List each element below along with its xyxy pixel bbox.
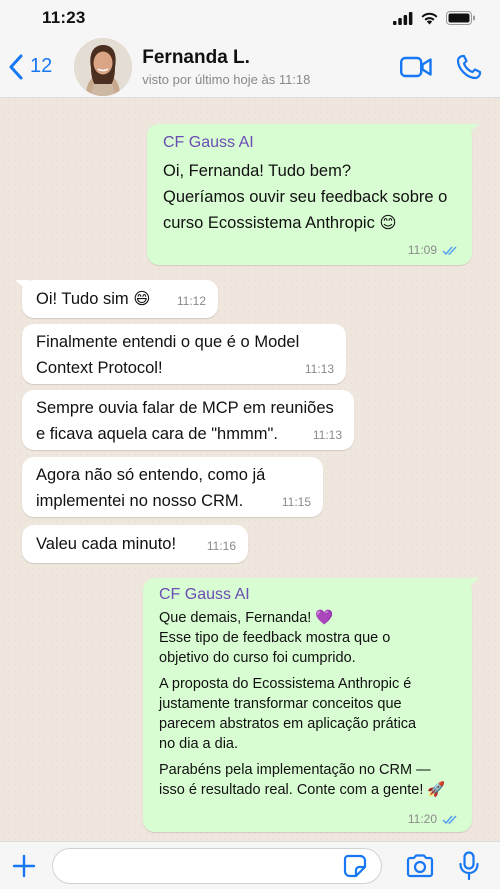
message-meta: 11:12: [177, 294, 206, 308]
message-line: A proposta do Ecossistema Anthropic é: [159, 676, 412, 692]
message-text: Oi, Fernanda! Tudo bem? Queríamos ouvir …: [163, 158, 458, 236]
video-call-icon[interactable]: [400, 56, 432, 78]
sticker-icon[interactable]: [343, 854, 367, 878]
message-time: 11:16: [206, 539, 236, 553]
message-time: 11:13: [304, 362, 334, 376]
phone-icon[interactable]: [456, 54, 482, 80]
message-time: 11:20: [407, 812, 437, 826]
contact-info[interactable]: Fernanda L. visto por último hoje às 11:…: [142, 47, 310, 87]
message-incoming[interactable]: Agora não só entendo, como já implemente…: [22, 457, 323, 517]
camera-icon[interactable]: [405, 854, 435, 878]
message-meta: 11:09: [408, 243, 460, 257]
message-line: justamente transformar conceitos que: [159, 696, 402, 712]
double-check-icon: [442, 246, 457, 255]
message-incoming[interactable]: Valeu cada minuto! 11:16: [22, 525, 248, 563]
message-line: Parabéns pela implementação no CRM —: [159, 762, 431, 778]
last-seen: visto por último hoje às 11:18: [142, 71, 311, 87]
microphone-icon[interactable]: [458, 851, 480, 881]
sender-name: CF Gauss AI: [159, 586, 250, 603]
message-paragraph: Parabéns pela implementação no CRM — iss…: [159, 760, 458, 800]
message-paragraph: A proposta do Ecossistema Anthropic é ju…: [159, 674, 458, 754]
header-actions: [400, 54, 482, 80]
status-bar: 11:23: [0, 0, 500, 36]
contact-name: Fernanda L.: [142, 46, 250, 68]
message-line: Finalmente entendi o que é o Model: [36, 333, 300, 351]
bubble-tail: [465, 578, 479, 590]
message-incoming[interactable]: Sempre ouvia falar de MCP em reuniões e …: [22, 390, 354, 450]
back-button[interactable]: 12: [8, 54, 52, 80]
message-line: Queríamos ouvir seu feedback sobre o: [163, 188, 448, 206]
message-paragraph: Que demais, Fernanda! 💜 Esse tipo de fee…: [159, 608, 458, 668]
message-time: 11:13: [312, 428, 342, 442]
bubble-tail: [15, 280, 29, 292]
message-line: implementei no nosso CRM.: [36, 492, 244, 510]
bubble-tail: [465, 124, 479, 136]
message-line: isso é resultado real. Conte com a gente…: [159, 782, 446, 798]
message-line: Que demais, Fernanda! 💜: [159, 610, 334, 626]
unread-count: 12: [30, 55, 53, 77]
message-meta: 11:13: [305, 362, 334, 376]
message-text: Sempre ouvia falar de MCP em reuniões e …: [36, 395, 340, 447]
input-bar: [0, 841, 500, 889]
message-line: e ficava aquela cara de "hmmm".: [36, 425, 278, 443]
message-text: Finalmente entendi o que é o Model Conte…: [36, 329, 332, 381]
message-incoming[interactable]: Oi! Tudo sim 😄 11:12: [15, 280, 218, 318]
message-line: objetivo do curso foi cumprido.: [159, 650, 356, 666]
sender-name: CF Gauss AI: [163, 134, 254, 151]
signal-icon: [393, 11, 413, 25]
battery-icon: [446, 11, 475, 25]
double-check-icon: [442, 815, 457, 824]
message-input[interactable]: [52, 848, 382, 884]
message-meta: 11:13: [313, 428, 342, 442]
message-line: Context Protocol!: [36, 359, 163, 377]
message-outgoing[interactable]: CF Gauss AI Que demais, Fernanda! 💜 Esse…: [143, 578, 479, 832]
status-time: 11:23: [42, 8, 86, 27]
message-line: no dia a dia.: [159, 736, 239, 752]
status-icons: [393, 11, 476, 25]
message-outgoing[interactable]: CF Gauss AI Oi, Fernanda! Tudo bem? Quer…: [147, 124, 479, 265]
message-text: Valeu cada minuto!: [36, 535, 177, 553]
avatar[interactable]: [74, 37, 133, 96]
message-time: 11:09: [407, 243, 437, 257]
message-line: curso Ecossistema Anthropic 😊: [163, 214, 397, 232]
chat-area[interactable]: CF Gauss AI Oi, Fernanda! Tudo bem? Quer…: [0, 98, 500, 841]
plus-icon[interactable]: [12, 854, 36, 878]
message-text: Agora não só entendo, como já implemente…: [36, 462, 309, 514]
back-chevron-icon: [9, 54, 23, 79]
message-line: Esse tipo de feedback mostra que o: [159, 630, 391, 646]
message-line: Agora não só entendo, como já: [36, 466, 266, 484]
message-time: 11:15: [281, 495, 311, 509]
message-meta: 11:15: [282, 495, 311, 509]
message-time: 11:12: [176, 294, 206, 308]
contact-photo: [74, 37, 133, 96]
message-meta: 11:16: [207, 539, 236, 553]
message-incoming[interactable]: Finalmente entendi o que é o Model Conte…: [22, 324, 346, 384]
message-line: Oi, Fernanda! Tudo bem?: [163, 162, 352, 180]
message-line: parecem abstratos em aplicação prática: [159, 716, 417, 732]
chat-header: 12 Fernanda L. visto por último hoje às …: [0, 36, 500, 98]
wifi-icon: [421, 12, 438, 25]
message-meta: 11:20: [408, 812, 460, 826]
message-line: Sempre ouvia falar de MCP em reuniões: [36, 399, 334, 417]
